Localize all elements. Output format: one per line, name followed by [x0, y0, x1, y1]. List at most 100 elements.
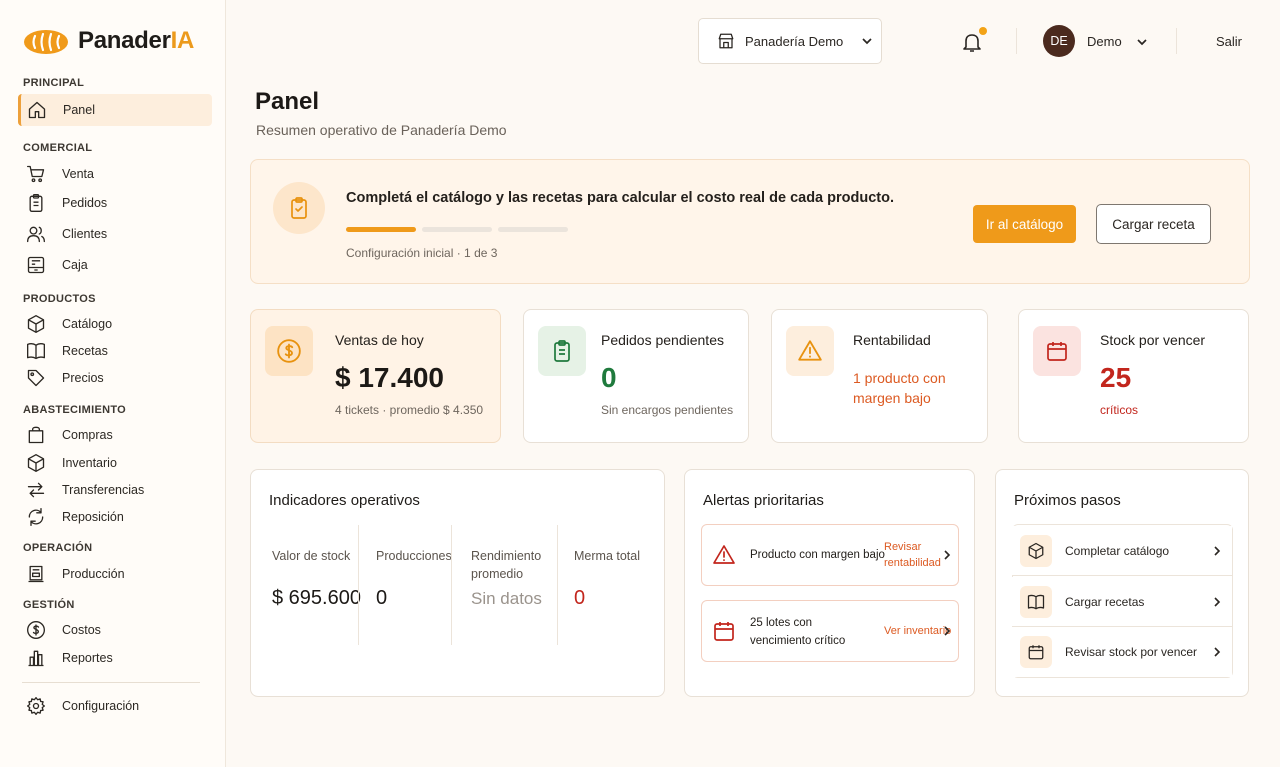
sidebar-item-pedidos[interactable]: Pedidos — [18, 187, 212, 219]
calendar-icon — [1020, 636, 1052, 668]
next-step-label: Revisar stock por vencer — [1065, 645, 1198, 659]
sidebar-item-panel[interactable]: Panel — [18, 94, 212, 126]
calendar-icon — [1033, 326, 1081, 376]
store-icon — [717, 32, 735, 50]
progress-step — [422, 227, 492, 232]
sidebar-item-label: Configuración — [62, 699, 140, 713]
chevron-down-icon[interactable] — [1136, 36, 1148, 48]
panel-title: Próximos pasos — [1014, 492, 1121, 509]
alert-link[interactable]: Revisar rentabilidad — [884, 539, 944, 571]
next-step-label: Completar catálogo — [1065, 543, 1170, 558]
sidebar-item-label: Costos — [62, 623, 101, 637]
oven-icon — [26, 564, 46, 584]
setup-banner: Completá el catálogo y las recetas para … — [250, 159, 1250, 284]
indicator-value: 0 — [376, 587, 388, 609]
user-name[interactable]: Demo — [1087, 34, 1122, 49]
alert-text: Producto con margen bajo — [750, 549, 885, 561]
alert-item[interactable]: Producto con margen bajo Revisar rentabi… — [701, 524, 959, 586]
stat-card-expiring-stock[interactable]: Stock por vencer 25 críticos — [1018, 309, 1249, 443]
brand-name: PanaderIA — [78, 27, 194, 55]
sidebar-item-caja[interactable]: Caja — [18, 249, 212, 281]
sidebar-divider — [22, 682, 200, 683]
indicator-value: $ 695.600 — [272, 587, 361, 609]
sidebar-item-produccion[interactable]: Producción — [18, 558, 212, 590]
stat-value: 1 producto con margen bajo — [853, 370, 946, 406]
go-to-catalog-button[interactable]: Ir al catálogo — [973, 205, 1076, 243]
book-icon — [26, 341, 46, 361]
alert-item[interactable]: 25 lotes con vencimiento crítico Ver inv… — [701, 600, 959, 662]
stat-note: 4 tickets · promedio $ 4.350 — [335, 403, 484, 417]
indicator-label: Producciones — [376, 549, 452, 563]
home-icon — [27, 100, 47, 120]
indicator-label: Merma total — [574, 549, 640, 563]
stat-card-profitability[interactable]: Rentabilidad 1 producto con margen bajo — [771, 309, 988, 443]
gear-icon — [26, 696, 46, 716]
indicator-value: Sin datos — [471, 589, 542, 608]
tag-icon — [26, 368, 46, 388]
chevron-right-icon — [942, 549, 952, 561]
stat-note: Sin encargos pendientes — [601, 403, 734, 417]
sidebar-item-label: Caja — [62, 258, 88, 272]
next-step-item[interactable]: Completar catálogo — [1012, 526, 1232, 576]
sidebar-item-label: Producción — [62, 567, 125, 581]
progress-step — [498, 227, 568, 232]
sidebar-item-label: Precios — [62, 371, 104, 385]
sidebar-item-label: Reportes — [62, 651, 113, 665]
stat-title: Pedidos pendientes — [601, 332, 724, 348]
clipboard-icon — [26, 193, 46, 213]
avatar[interactable]: DE — [1043, 25, 1075, 57]
clipboard-icon — [538, 326, 586, 376]
refresh-icon — [26, 507, 46, 527]
sidebar-item-venta[interactable]: Venta — [18, 158, 212, 190]
sidebar-item-clientes[interactable]: Clientes — [18, 218, 212, 250]
chevron-down-icon — [861, 35, 873, 47]
stat-title: Rentabilidad — [853, 332, 931, 348]
stat-title: Ventas de hoy — [335, 332, 424, 348]
sidebar-item-label: Clientes — [62, 227, 108, 241]
stat-value: 25 — [1100, 362, 1132, 393]
chevron-right-icon — [942, 625, 952, 637]
dollar-icon — [26, 620, 46, 640]
next-step-item[interactable]: Cargar recetas — [1012, 577, 1232, 627]
stat-card-orders[interactable]: Pedidos pendientes 0 Sin encargos pendie… — [523, 309, 749, 443]
sidebar-item-reportes[interactable]: Reportes — [18, 642, 212, 674]
section-title-gestion: GESTIÓN — [23, 599, 75, 611]
notification-dot — [979, 27, 987, 35]
chevron-right-icon — [1212, 646, 1222, 658]
sidebar-item-configuracion[interactable]: Configuración — [18, 690, 212, 722]
sidebar-item-label: Transferencias — [62, 483, 145, 497]
chevron-right-icon — [1212, 596, 1222, 608]
store-selector[interactable]: Panadería Demo — [698, 18, 882, 64]
stat-value: 0 — [601, 362, 617, 393]
sidebar-item-label: Inventario — [62, 456, 117, 470]
load-recipe-button[interactable]: Cargar receta — [1096, 204, 1211, 244]
section-title-principal: PRINCIPAL — [23, 77, 85, 89]
banner-message: Completá el catálogo y las recetas para … — [346, 190, 894, 206]
next-step-item[interactable]: Revisar stock por vencer — [1012, 627, 1232, 677]
stat-title: Stock por vencer — [1100, 332, 1206, 348]
cart-icon — [26, 164, 46, 184]
logout-button[interactable]: Salir — [1216, 34, 1242, 49]
bar-chart-icon — [26, 648, 46, 668]
brand-prefix: Panader — [78, 27, 171, 54]
progress-note: Configuración inicial · 1 de 3 — [346, 246, 498, 260]
sidebar-item-precios[interactable]: Precios — [18, 362, 212, 394]
notifications-button[interactable] — [960, 27, 987, 54]
sidebar-item-label: Venta — [62, 167, 94, 181]
stat-card-sales[interactable]: Ventas de hoy $ 17.400 4 tickets · prome… — [250, 309, 501, 443]
indicator-label: Rendimiento promedio — [471, 549, 542, 581]
page-title: Panel — [255, 88, 320, 115]
indicator-label: Valor de stock — [272, 549, 351, 563]
next-steps-panel: Próximos pasos Completar catálogo Cargar… — [995, 469, 1249, 697]
page-subtitle: Resumen operativo de Panadería Demo — [256, 122, 507, 138]
clipboard-check-icon — [273, 182, 325, 234]
box-icon — [26, 314, 46, 334]
bread-icon — [24, 30, 68, 54]
book-icon — [1020, 585, 1052, 618]
sidebar-item-reposicion[interactable]: Reposición — [18, 501, 212, 533]
bag-icon — [26, 425, 46, 445]
panel-title: Indicadores operativos — [269, 492, 420, 509]
cash-register-icon — [26, 255, 46, 275]
calendar-icon — [712, 619, 736, 643]
brand-logo[interactable]: PanaderIA — [22, 26, 194, 56]
